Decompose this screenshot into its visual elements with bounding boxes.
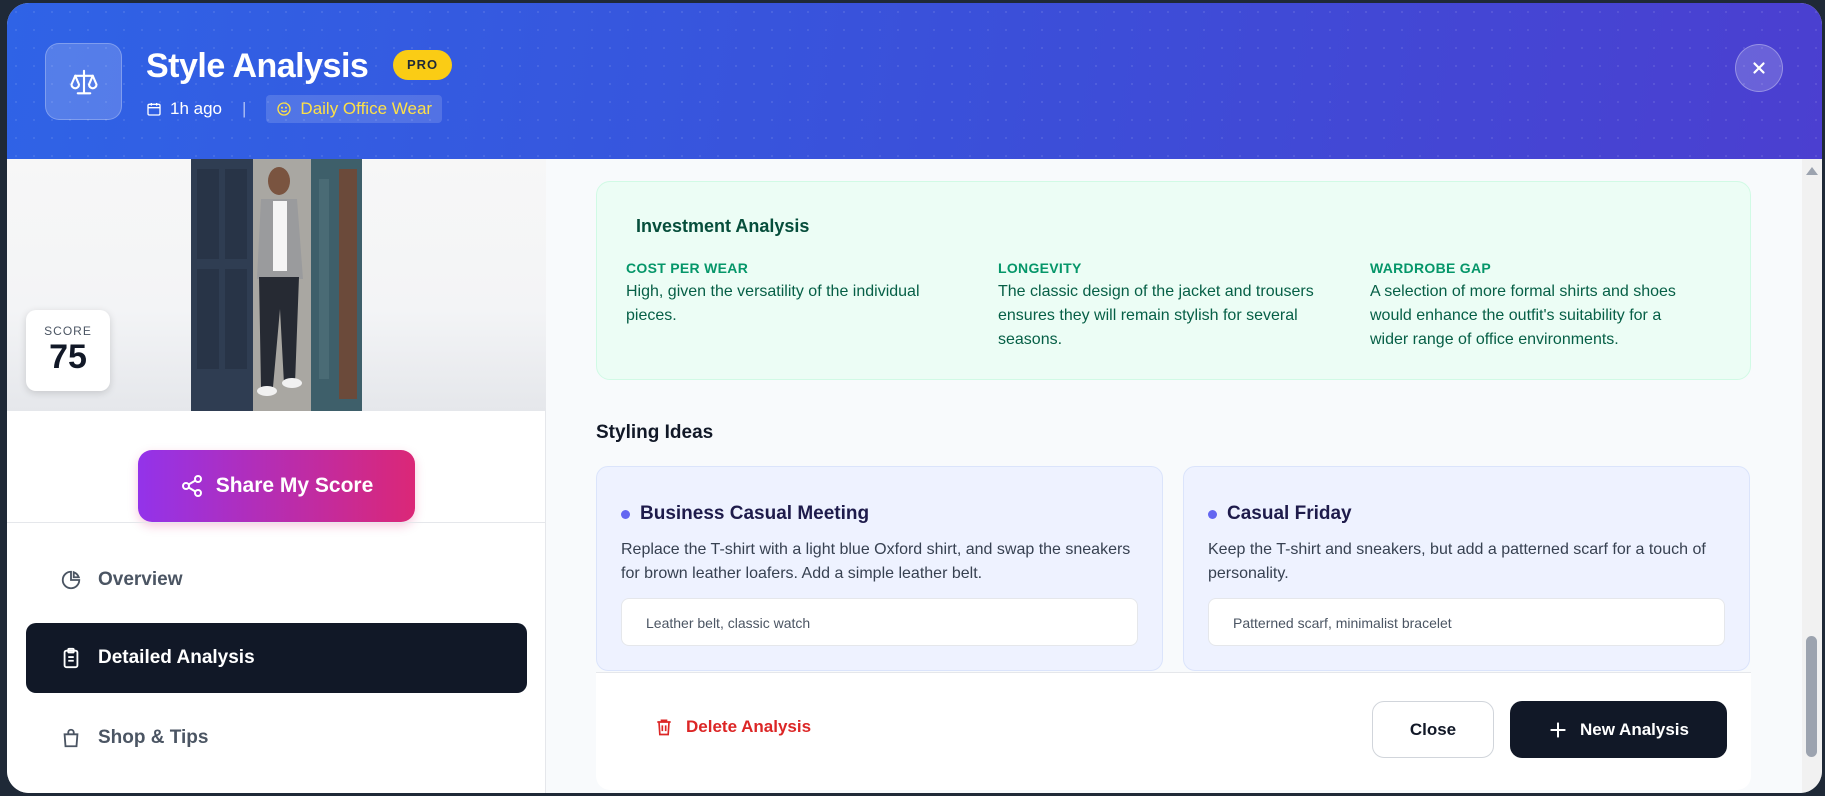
idea-title-text: Casual Friday xyxy=(1227,503,1352,524)
sidebar: SCORE 75 Share My Score Overview Detaile… xyxy=(7,159,546,793)
sidebar-divider xyxy=(7,522,546,523)
modal-header: Style Analysis PRO 1h ago | Daily Office… xyxy=(7,3,1822,159)
close-button[interactable]: Close xyxy=(1372,701,1494,758)
calendar-icon xyxy=(147,103,161,116)
share-score-button[interactable]: Share My Score xyxy=(138,450,415,522)
investment-analysis-card: Investment Analysis COST PER WEAR High, … xyxy=(596,181,1751,380)
close-icon xyxy=(1753,62,1765,74)
share-label: Share My Score xyxy=(215,474,374,497)
detail-panel: Investment Analysis COST PER WEAR High, … xyxy=(547,159,1802,793)
bullet-dot xyxy=(621,509,630,519)
timestamp: 1h ago xyxy=(146,99,222,119)
share-icon xyxy=(181,475,202,497)
idea-title-text: Business Casual Meeting xyxy=(640,503,870,524)
scale-icon xyxy=(45,43,122,120)
new-analysis-button[interactable]: New Analysis xyxy=(1510,701,1727,758)
style-analysis-modal: Style Analysis PRO 1h ago | Daily Office… xyxy=(7,3,1822,793)
investment-title: Investment Analysis xyxy=(636,216,810,236)
idea-accessories: Leather belt, classic watch xyxy=(621,598,1138,646)
pie-chart-icon xyxy=(61,570,81,590)
investment-key: COST PER WEAR xyxy=(626,260,749,276)
nav-item-shop-tips[interactable]: Shop & Tips xyxy=(26,703,527,773)
nav-label: Detailed Analysis xyxy=(98,647,255,668)
investment-value: A selection of more formal shirts and sh… xyxy=(1370,283,1676,348)
delete-analysis-button[interactable]: Delete Analysis xyxy=(654,717,811,737)
score-value: 75 xyxy=(49,338,87,376)
score-card: SCORE 75 xyxy=(26,310,110,391)
close-modal-button[interactable] xyxy=(1735,44,1783,92)
investment-item: COST PER WEAR High, given the versatilit… xyxy=(626,260,956,328)
shopping-bag-icon xyxy=(63,728,79,748)
nav-item-detailed-analysis[interactable]: Detailed Analysis xyxy=(26,623,527,693)
clipboard-icon xyxy=(63,647,79,669)
idea-accessories: Patterned scarf, minimalist bracelet xyxy=(1208,598,1725,646)
outfit-photo xyxy=(191,159,362,411)
photo-area: SCORE 75 xyxy=(7,159,546,411)
investment-value: The classic design of the jacket and tro… xyxy=(998,283,1314,348)
nav-item-overview[interactable]: Overview xyxy=(26,545,527,615)
occasion-text: Daily Office Wear xyxy=(300,99,433,118)
scroll-thumb[interactable] xyxy=(1806,636,1817,757)
idea-description: Replace the T-shirt with a light blue Ox… xyxy=(621,541,1131,582)
investment-key: WARDROBE GAP xyxy=(1370,260,1492,276)
nav-label: Shop & Tips xyxy=(98,727,209,748)
idea-title: Business Casual Meeting xyxy=(621,503,869,525)
page-title: Style Analysis xyxy=(146,47,369,85)
idea-title: Casual Friday xyxy=(1208,503,1352,525)
trash-icon xyxy=(657,719,671,736)
meta-separator: | xyxy=(242,99,247,118)
investment-item: WARDROBE GAP A selection of more formal … xyxy=(1370,260,1700,352)
styling-ideas-heading: Styling Ideas xyxy=(596,422,714,443)
plus-icon xyxy=(1550,721,1566,738)
nav-label: Overview xyxy=(98,569,183,590)
scroll-up-arrow-icon[interactable] xyxy=(1806,167,1818,175)
delete-label: Delete Analysis xyxy=(686,717,812,736)
occasion-tag: Daily Office Wear xyxy=(266,95,443,123)
styling-idea-card: Casual Friday Keep the T-shirt and sneak… xyxy=(1183,466,1750,671)
investment-value: High, given the versatility of the indiv… xyxy=(626,283,920,324)
bullet-dot xyxy=(1208,509,1217,519)
time-text: 1h ago xyxy=(170,99,222,118)
header-meta: 1h ago | Daily Office Wear xyxy=(146,95,443,123)
styling-idea-card: Business Casual Meeting Replace the T-sh… xyxy=(596,466,1163,671)
smile-icon xyxy=(277,102,292,116)
scrollbar[interactable] xyxy=(1802,159,1822,793)
investment-item: LONGEVITY The classic design of the jack… xyxy=(998,260,1328,352)
new-analysis-label: New Analysis xyxy=(1580,719,1689,739)
idea-description: Keep the T-shirt and sneakers, but add a… xyxy=(1208,541,1706,582)
modal-footer: Delete Analysis Close New Analysis xyxy=(596,672,1751,790)
investment-key: LONGEVITY xyxy=(998,260,1082,276)
score-label: SCORE xyxy=(44,324,92,338)
pro-badge: PRO xyxy=(393,50,453,80)
